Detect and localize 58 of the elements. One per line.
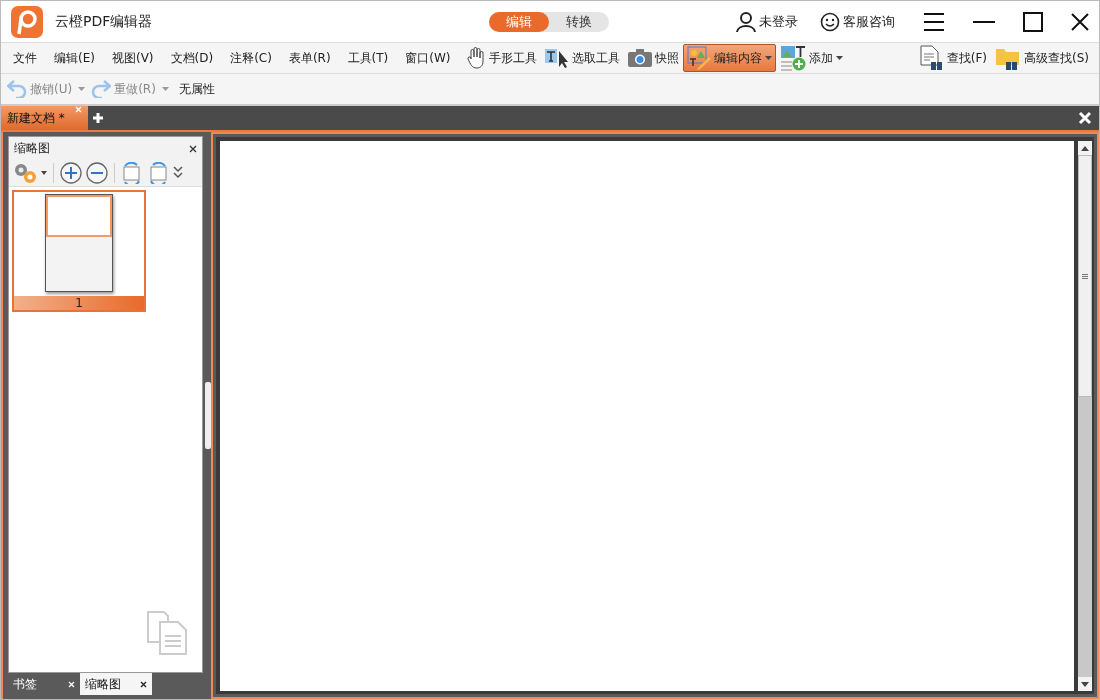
app-title: 云橙PDF编辑器 [55, 12, 153, 31]
property-label: 无属性 [178, 80, 215, 98]
panel-title: 缩略图 [14, 140, 50, 157]
panel-tab[interactable]: 缩略图 [80, 673, 152, 695]
menu-icon[interactable] [923, 11, 945, 32]
find-button[interactable]: 查找(F) [915, 44, 991, 72]
tool-button[interactable]: 添加 [775, 44, 847, 72]
edit-content-icon [686, 46, 711, 70]
menu-item[interactable]: 注释(C) [224, 49, 278, 67]
menu-item[interactable]: 表单(R) [282, 49, 337, 67]
undo-arrow-icon [7, 80, 27, 98]
zoom-in-icon[interactable] [60, 162, 82, 184]
hand-icon [465, 47, 486, 69]
text-cursor-icon [544, 47, 569, 69]
grip-icon[interactable] [1082, 273, 1088, 279]
scroll-up-icon[interactable] [1081, 145, 1089, 151]
close-icon[interactable] [1071, 12, 1089, 31]
smiley-icon [820, 11, 840, 32]
panel-tab[interactable]: 书签 [8, 673, 80, 695]
maximize-icon[interactable] [1023, 11, 1043, 32]
document-binoculars-icon [919, 45, 944, 71]
caret-icon[interactable] [41, 171, 47, 175]
tool-button[interactable]: 快照 [623, 44, 683, 72]
menu-item[interactable]: 视图(V) [105, 49, 160, 67]
advanced-find-button[interactable]: 高级查找(S) [991, 44, 1093, 72]
scroll-down-icon[interactable] [1081, 681, 1089, 687]
mode-tab[interactable]: 转换 [549, 11, 609, 32]
vertical-scrollbar[interactable] [1078, 141, 1092, 691]
menu-item[interactable]: 窗口(W) [399, 49, 457, 67]
zoom-out-icon[interactable] [86, 162, 108, 184]
user-icon [736, 11, 756, 32]
tool-button[interactable]: 编辑内容 [682, 44, 776, 72]
add-content-icon [779, 45, 806, 71]
more-chevron-icon[interactable] [173, 166, 183, 180]
tool-button[interactable]: 选取工具 [540, 44, 624, 72]
splitter-handle[interactable] [205, 382, 211, 449]
page-thumbnail[interactable]: 1 [12, 190, 146, 312]
tab-close-icon[interactable] [140, 680, 147, 688]
menu-item[interactable]: 工具(T) [341, 49, 395, 67]
redo-arrow-icon [91, 80, 112, 98]
caret-icon [764, 56, 772, 60]
caret-icon [835, 56, 843, 60]
minimize-icon[interactable] [973, 19, 995, 24]
login-link[interactable]: 未登录 [736, 11, 798, 32]
menu-item[interactable]: 文档(D) [164, 49, 220, 67]
viewport-frame [46, 195, 112, 237]
support-link[interactable]: 客服咨询 [820, 11, 895, 32]
menu-item[interactable]: 编辑(E) [48, 49, 101, 67]
close-icon[interactable] [189, 144, 197, 153]
app-logo-icon [11, 5, 43, 38]
tool-button[interactable]: 手形工具 [461, 44, 541, 72]
rotate-right-icon[interactable] [147, 162, 169, 184]
camera-icon [627, 49, 652, 67]
pages-icon [146, 610, 190, 656]
page-number: 1 [14, 296, 144, 310]
menu-item[interactable]: 文件 [7, 49, 43, 67]
document-tab[interactable]: 新建文档 * [1, 106, 88, 130]
rotate-left-icon[interactable] [121, 162, 143, 184]
